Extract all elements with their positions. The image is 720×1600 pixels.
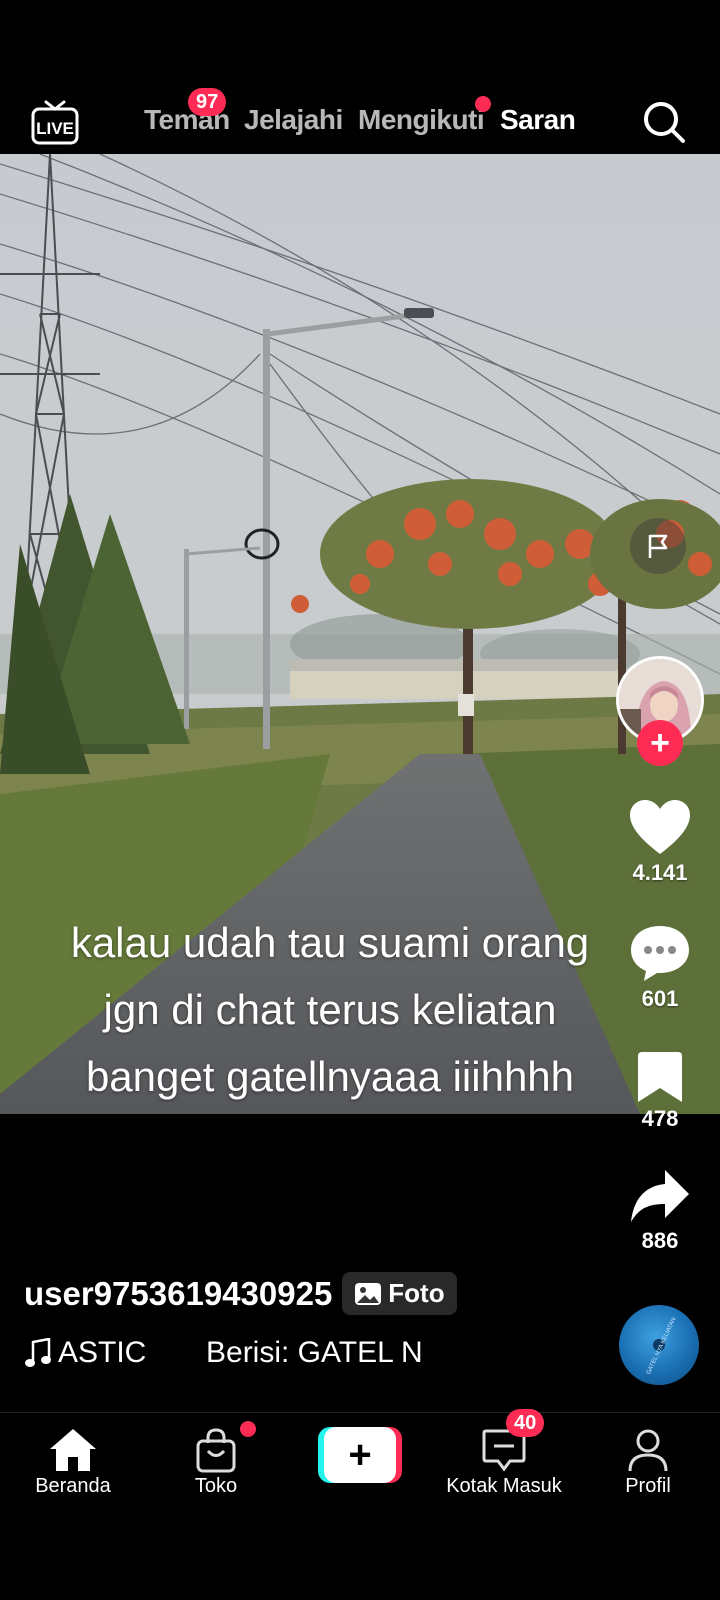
tab-mengikuti[interactable]: Mengikuti: [358, 104, 485, 136]
inbox-count-badge: 40: [506, 1409, 545, 1437]
music-info[interactable]: ASTIC Berisi: GATEL N: [24, 1336, 426, 1370]
following-notification-dot: [475, 96, 491, 112]
username[interactable]: user9753619430925: [24, 1275, 332, 1313]
tab-label: Profil: [625, 1475, 671, 1497]
like-button[interactable]: 4.141: [622, 800, 698, 886]
plus-icon: +: [324, 1427, 396, 1483]
shopping-bag-icon: [196, 1428, 236, 1473]
flag-icon: [648, 534, 668, 558]
tab-label: Saran: [500, 104, 576, 135]
comment-button[interactable]: 601: [622, 924, 698, 1012]
tab-saran[interactable]: Saran: [500, 104, 576, 136]
tab-jelajahi[interactable]: Jelajahi: [244, 104, 343, 136]
live-tv-icon[interactable]: LIVE: [30, 96, 80, 146]
live-icon-label: LIVE: [36, 119, 74, 138]
music-track-name: ASTIC: [58, 1336, 147, 1369]
bottom-tab-bar: Beranda Toko + Kotak Masuk 40 Profil: [0, 1409, 720, 1600]
tab-toko[interactable]: Toko: [146, 1427, 286, 1498]
tab-label: Toko: [194, 1475, 238, 1497]
bookmark-button[interactable]: 478: [622, 1052, 698, 1132]
tab-label: Jelajahi: [244, 104, 343, 135]
tab-kotak-masuk[interactable]: Kotak Masuk: [434, 1427, 574, 1498]
comment-count: 601: [641, 986, 679, 1011]
post-author-row: user9753619430925 Foto: [24, 1272, 457, 1315]
comment-icon: [631, 926, 689, 981]
photo-chip-label: Foto: [388, 1278, 445, 1308]
report-flag-button[interactable]: [630, 518, 686, 574]
create-post-button[interactable]: +: [318, 1427, 402, 1483]
music-description: Berisi: GATEL N: [206, 1336, 423, 1369]
music-disc-icon[interactable]: GATEL NYA KELIATAN: [619, 1305, 699, 1385]
photo-icon: [355, 1282, 382, 1305]
follow-button[interactable]: +: [637, 720, 683, 766]
bookmark-count: 478: [641, 1106, 679, 1131]
share-count: 886: [641, 1228, 679, 1253]
post-photo[interactable]: kalau udah tau suami orang jgn di chat t…: [0, 154, 720, 1114]
heart-icon: [630, 800, 690, 854]
home-icon: [50, 1429, 96, 1471]
caption-line: kalau udah tau suami orang: [70, 919, 590, 966]
caption-line: banget gatellnyaaa iiihhhh: [85, 1053, 575, 1100]
caption-line: jgn di chat terus keliatan: [103, 986, 557, 1033]
search-icon[interactable]: [640, 98, 688, 146]
post-caption: kalau udah tau suami orang jgn di chat t…: [20, 909, 640, 1114]
tab-beranda[interactable]: Beranda: [3, 1427, 143, 1498]
shop-notification-dot: [240, 1421, 256, 1437]
photo-type-chip: Foto: [342, 1272, 457, 1315]
like-count: 4.141: [632, 860, 688, 885]
share-arrow-icon: [631, 1170, 689, 1222]
friends-count-badge: 97: [188, 88, 227, 116]
music-note-icon: [25, 1338, 51, 1367]
disc-text: GATEL NYA KELIATAN: [646, 1317, 678, 1376]
tab-label: Kotak Masuk: [446, 1475, 562, 1497]
tab-profil[interactable]: Profil: [578, 1427, 718, 1498]
top-navigation: LIVE Teman 97 Jelajahi Mengikuti Saran: [0, 88, 720, 162]
tab-label: Beranda: [35, 1475, 111, 1497]
tab-label: Mengikuti: [358, 104, 485, 135]
profile-icon: [628, 1429, 668, 1472]
bookmark-icon: [638, 1052, 682, 1102]
share-button[interactable]: 886: [622, 1168, 698, 1254]
